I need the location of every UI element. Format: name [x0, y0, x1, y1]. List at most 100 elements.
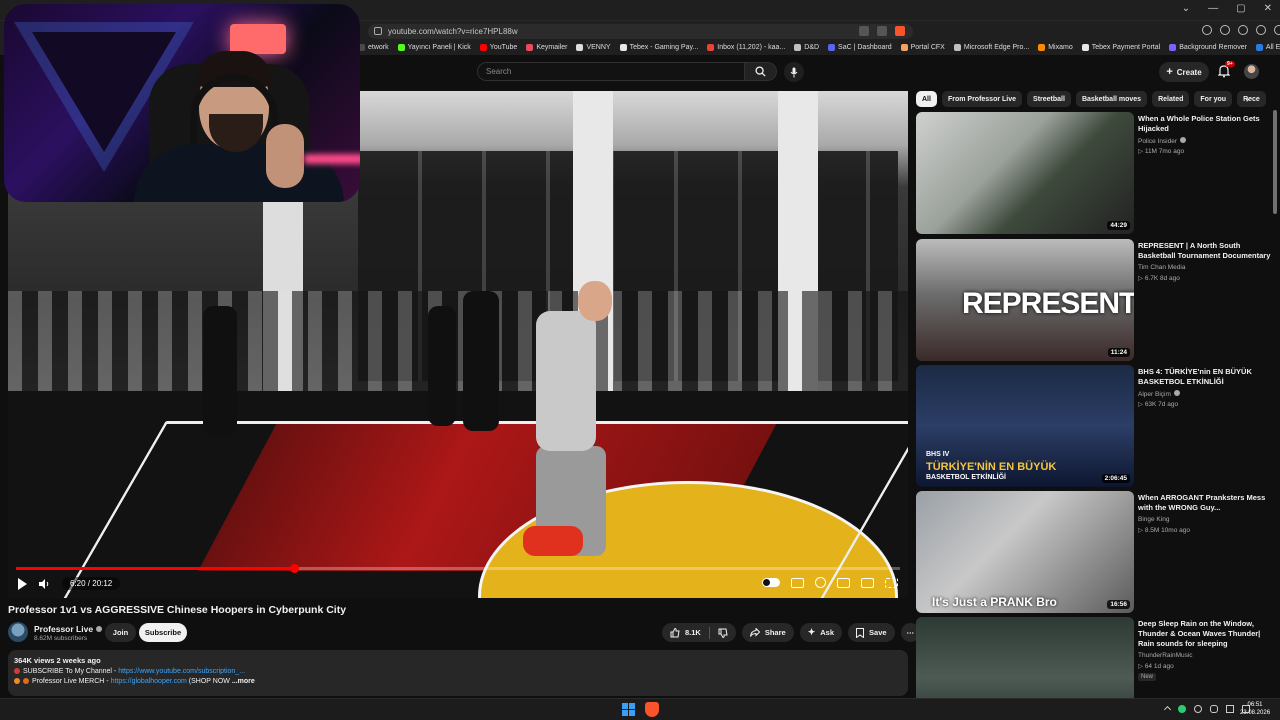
bookmark-item[interactable]: Portal CFX — [900, 44, 945, 51]
video-thumbnail[interactable]: It's Just a PRANK Bro 16:56 — [916, 491, 1134, 613]
filter-chip[interactable]: Streetball — [1027, 91, 1071, 107]
recommended-video-title[interactable]: Deep Sleep Rain on the Window, Thunder &… — [1138, 619, 1272, 649]
extension-icon[interactable] — [1202, 25, 1212, 35]
windows-taskbar: 06:51 23.08.2026 — [0, 698, 1280, 720]
search-button[interactable] — [745, 62, 777, 81]
subscribe-button[interactable]: Subscribe — [139, 623, 187, 642]
recommended-video-title[interactable]: When ARROGANT Pranksters Mess with the W… — [1138, 493, 1272, 513]
recommended-video[interactable]: REPRESENT 11:24 REPRESENT | A North South … — [916, 239, 1272, 363]
ask-button[interactable]: ✦ Ask — [799, 623, 843, 642]
music-icon[interactable] — [1238, 25, 1248, 35]
recommended-video[interactable]: It's Just a PRANK Bro 16:56 When ARROGANT … — [916, 491, 1272, 615]
views-age: 6.7K 8d ago — [1144, 275, 1180, 282]
bookmark-item[interactable]: VENNY — [576, 44, 611, 51]
filter-chip[interactable]: Basketball moves — [1075, 91, 1148, 107]
filter-chip[interactable]: Related — [1152, 91, 1190, 107]
bookmark-item[interactable]: D&D — [794, 44, 819, 51]
chevron-right-icon[interactable]: › — [1246, 94, 1254, 104]
bookmark-item[interactable]: Inbox (11,202) - kaa... — [707, 44, 785, 51]
url-field[interactable]: youtube.com/watch?v=rice7HPL88w — [368, 24, 913, 39]
save-button[interactable]: Save — [848, 623, 895, 642]
recommended-video-title[interactable]: REPRESENT | A North South Basketball Tou… — [1138, 241, 1272, 261]
minimize-button[interactable]: — — [1208, 3, 1218, 14]
bookmark-item[interactable]: Tebex - Gaming Pay... — [619, 44, 698, 51]
subscription-link[interactable]: https://www.youtube.com/subscription_... — [118, 668, 245, 675]
bookmark-star-icon[interactable] — [877, 26, 887, 36]
maximize-button[interactable]: ▢ — [1236, 3, 1245, 14]
bookmark-item[interactable]: YouTube — [479, 44, 517, 51]
play-icon[interactable] — [18, 577, 27, 590]
bookmark-item[interactable]: Background Remover — [1169, 44, 1247, 51]
video-thumbnail[interactable]: 44:29 — [916, 112, 1134, 234]
video-thumbnail[interactable]: REPRESENT 11:24 — [916, 239, 1134, 361]
recommended-channel[interactable]: ThunderRainMusic — [1138, 652, 1193, 659]
network-icon[interactable] — [1194, 705, 1202, 713]
recommended-channel[interactable]: Binge King — [1138, 516, 1169, 523]
bookmark-item[interactable]: Microsoft Edge Pro... — [953, 44, 1029, 51]
sidebar-icon[interactable] — [1256, 25, 1266, 35]
scrollbar[interactable] — [1273, 110, 1277, 214]
chevron-down-icon[interactable]: ⌄ — [1182, 3, 1190, 14]
recommended-video[interactable]: 44:29 When a Whole Police Station Gets Hi… — [916, 112, 1272, 236]
channel-avatar[interactable] — [8, 622, 28, 642]
thumbs-down-icon[interactable] — [718, 628, 728, 638]
search-input[interactable]: Search — [477, 62, 745, 81]
recommended-channel[interactable]: Tim Chan Media — [1138, 264, 1185, 271]
account-avatar[interactable] — [1244, 64, 1259, 79]
windows-start-icon[interactable] — [622, 703, 635, 716]
create-button[interactable]: + Create — [1159, 62, 1209, 82]
show-more-button[interactable]: ...more — [232, 678, 255, 685]
views-age: 63K 7d ago — [1144, 401, 1179, 408]
thumbs-up-icon[interactable] — [670, 627, 680, 638]
video-title: Professor 1v1 vs AGGRESSIVE Chinese Hoop… — [8, 604, 347, 616]
extension-icon[interactable] — [1220, 25, 1230, 35]
recommended-video-title[interactable]: BHS 4: TÜRKİYE'nin EN BÜYÜK BASKETBOL ET… — [1138, 367, 1272, 387]
bookmark-favicon-icon — [479, 44, 487, 51]
taskbar-clock[interactable]: 06:51 23.08.2026 — [1240, 701, 1270, 717]
microphone-icon[interactable] — [1210, 705, 1218, 713]
display-icon[interactable] — [1226, 705, 1234, 713]
theater-mode-icon[interactable] — [861, 577, 874, 588]
share-label: Share — [764, 628, 786, 637]
bookmark-item[interactable]: Tebex Payment Portal — [1081, 44, 1161, 51]
like-dislike-button[interactable]: 8.1K — [662, 623, 736, 642]
translate-icon[interactable] — [859, 26, 869, 36]
close-button[interactable]: ✕ — [1264, 3, 1272, 14]
autoplay-toggle[interactable] — [762, 578, 780, 587]
wallet-icon[interactable] — [1274, 25, 1280, 35]
share-button[interactable]: Share — [741, 623, 794, 642]
bookmark-label: Tebex Payment Portal — [1091, 44, 1161, 51]
channel-name[interactable]: Professor Live — [34, 624, 103, 634]
filter-chip[interactable]: From Professor Live — [941, 91, 1023, 107]
merch-link[interactable]: https://globalhooper.com — [111, 678, 187, 685]
volume-icon[interactable] — [39, 578, 50, 589]
miniplayer-icon[interactable] — [837, 577, 850, 588]
brave-browser-icon[interactable] — [645, 702, 659, 717]
filter-chip[interactable]: For you — [1194, 91, 1233, 107]
bookmark-item[interactable]: etwork — [358, 44, 389, 51]
brave-shield-icon[interactable] — [895, 26, 905, 36]
recommended-channel[interactable]: Police Insider — [1138, 137, 1187, 145]
video-progress-bar[interactable] — [16, 564, 900, 573]
fullscreen-icon[interactable] — [885, 577, 898, 588]
system-tray — [1163, 705, 1250, 713]
bookmark-item[interactable]: SaC | Dashboard — [828, 44, 892, 51]
filter-chip[interactable]: All — [916, 91, 937, 107]
bookmark-item[interactable]: Keymailer — [526, 44, 567, 51]
recommended-video-title[interactable]: When a Whole Police Station Gets Hijacke… — [1138, 114, 1272, 134]
subtitles-icon[interactable] — [791, 577, 804, 588]
views-age: 11M 7mo ago — [1144, 148, 1185, 155]
site-info-icon[interactable] — [374, 27, 382, 35]
chevron-up-icon[interactable] — [1163, 705, 1172, 713]
bookmark-item[interactable]: Mixamo — [1038, 44, 1073, 51]
settings-gear-icon[interactable] — [815, 577, 826, 588]
video-thumbnail[interactable]: BHS IV TÜRKİYE'NİN EN BÜYÜK BASKETBOL ETKİ… — [916, 365, 1134, 487]
description-box[interactable]: 364K views 2 weeks ago SUBSCRIBE To My C… — [8, 650, 908, 696]
voice-search-button[interactable] — [784, 62, 804, 82]
status-dot-icon[interactable] — [1178, 705, 1186, 713]
bookmark-item[interactable]: All Entries - Entries |... — [1255, 44, 1280, 51]
recommended-channel[interactable]: Alper Biçim — [1138, 390, 1180, 398]
recommended-video[interactable]: BHS IV TÜRKİYE'NİN EN BÜYÜK BASKETBOL ETKİ… — [916, 365, 1272, 489]
bookmark-item[interactable]: Yayıncı Paneli | Kick — [397, 44, 471, 51]
join-button[interactable]: Join — [105, 623, 136, 642]
